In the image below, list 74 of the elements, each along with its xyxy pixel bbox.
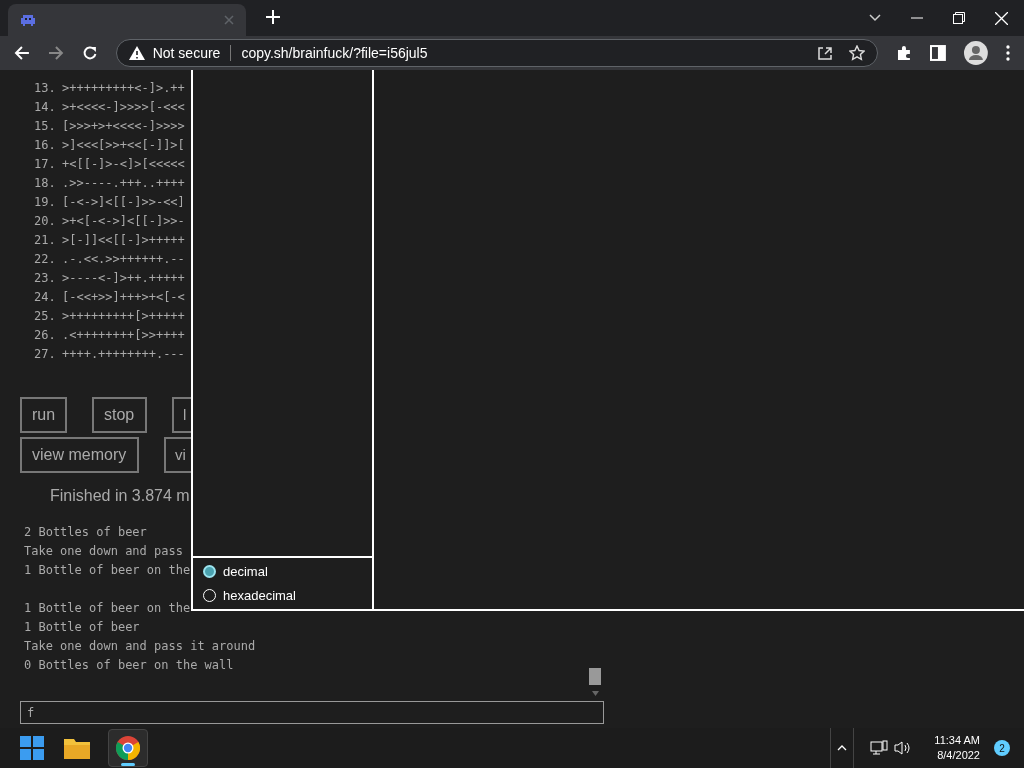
scrollbar-thumb[interactable] [589,668,601,685]
line-number: 18. [34,174,57,192]
line-number: 23. [34,269,57,287]
radio-label[interactable]: hexadecimal [223,585,296,605]
line-number: 20. [34,212,57,230]
code-line: >+++++++++[>+++++ [62,307,185,325]
scroll-down-icon[interactable] [592,691,599,696]
line-number: 14. [34,98,57,116]
line-number: 13. [34,79,57,97]
code-line: [-<->]<[[-]>>-<<] [62,193,185,211]
output-line: 1 Bottle of beer on the [24,600,191,617]
chrome-icon [116,736,140,760]
folder-icon[interactable] [64,737,90,759]
line-number: 22. [34,250,57,268]
chevron-up-icon[interactable] [837,745,848,751]
back-icon[interactable] [14,45,30,61]
network-icon[interactable] [870,740,889,756]
code-line: ++++.++++++++.--- [62,345,185,363]
line-number: 24. [34,288,57,306]
chevron-down-icon[interactable] [869,14,881,22]
volume-icon[interactable] [894,740,913,756]
code-line: >[-]]<<[[-]>+++++ [62,231,185,249]
output-line: 1 Bottle of beer on the [24,562,191,579]
button[interactable]: view memory [20,437,139,473]
line-number: 19. [34,193,57,211]
code-line: [>>>+>+<<<<-]>>>> [62,117,185,135]
output-line: 0 Bottles of beer on the wall [24,657,234,674]
warning-icon [128,46,145,60]
line-number: 17. [34,155,57,173]
code-line: >----<-]>++.+++++ [62,269,185,287]
address-bar[interactable]: Not secure copy.sh/brainfuck/?file=i56jul5 [115,39,879,67]
output-line: 2 Bottles of beer [24,524,147,541]
star-icon[interactable] [849,45,866,61]
menu-icon[interactable] [1006,45,1010,61]
button[interactable]: run [20,397,67,433]
code-line: [-<<+>>]+++>+<[-< [62,288,185,306]
restore-icon[interactable] [953,12,965,24]
line-number: 25. [34,307,57,325]
code-line: .<++++++++[>>++++ [62,326,185,344]
notification-badge[interactable]: 2 [994,740,1010,756]
invader-icon [20,12,36,28]
line-number: 15. [34,117,57,135]
code-line: .>>----.+++..++++ [62,174,185,192]
share-icon[interactable] [817,45,834,61]
start-icon[interactable] [20,736,44,760]
clock-time[interactable]: 11:34 AM [934,733,980,748]
code-line: .-.<<.>>++++++.-- [62,250,185,268]
code-line: >+<<<<-]>>>>[-<<< [62,98,185,116]
output-line: Take one down and pass [24,543,183,560]
status-text: Finished in 3.874 m [49,486,191,506]
code-line: >+<[-<->]<[[-]>>- [62,212,185,230]
reload-icon[interactable] [81,45,98,61]
input-field[interactable]: f [20,701,604,724]
button[interactable]: stop [92,397,147,433]
line-number: 21. [34,231,57,249]
profile-icon[interactable] [964,41,989,65]
line-number: 26. [34,326,57,344]
clock-date[interactable]: 8/4/2022 [937,748,980,763]
line-number: 27. [34,345,57,363]
output-line: 1 Bottle of beer [24,619,140,636]
line-number: 16. [34,136,57,154]
radio-button[interactable] [203,565,216,579]
new-tab-icon[interactable] [266,10,280,24]
url-text: copy.sh/brainfuck/?file=i56jul5 [241,43,428,63]
chrome-taskbar-button[interactable] [108,729,148,767]
radio-label[interactable]: decimal [223,562,268,582]
code-line: +<[[-]>-<]>[<<<<< [62,155,185,173]
security-label: Not secure [152,43,221,63]
sidebar-icon[interactable] [930,45,947,61]
code-line: >]<<<[>>+<<[-]]>[ [62,136,185,154]
puzzle-icon[interactable] [896,45,913,61]
code-line: >+++++++++<-]>.++ [62,79,185,97]
output-line: Take one down and pass it around [24,638,256,655]
forward-icon[interactable] [47,45,64,61]
